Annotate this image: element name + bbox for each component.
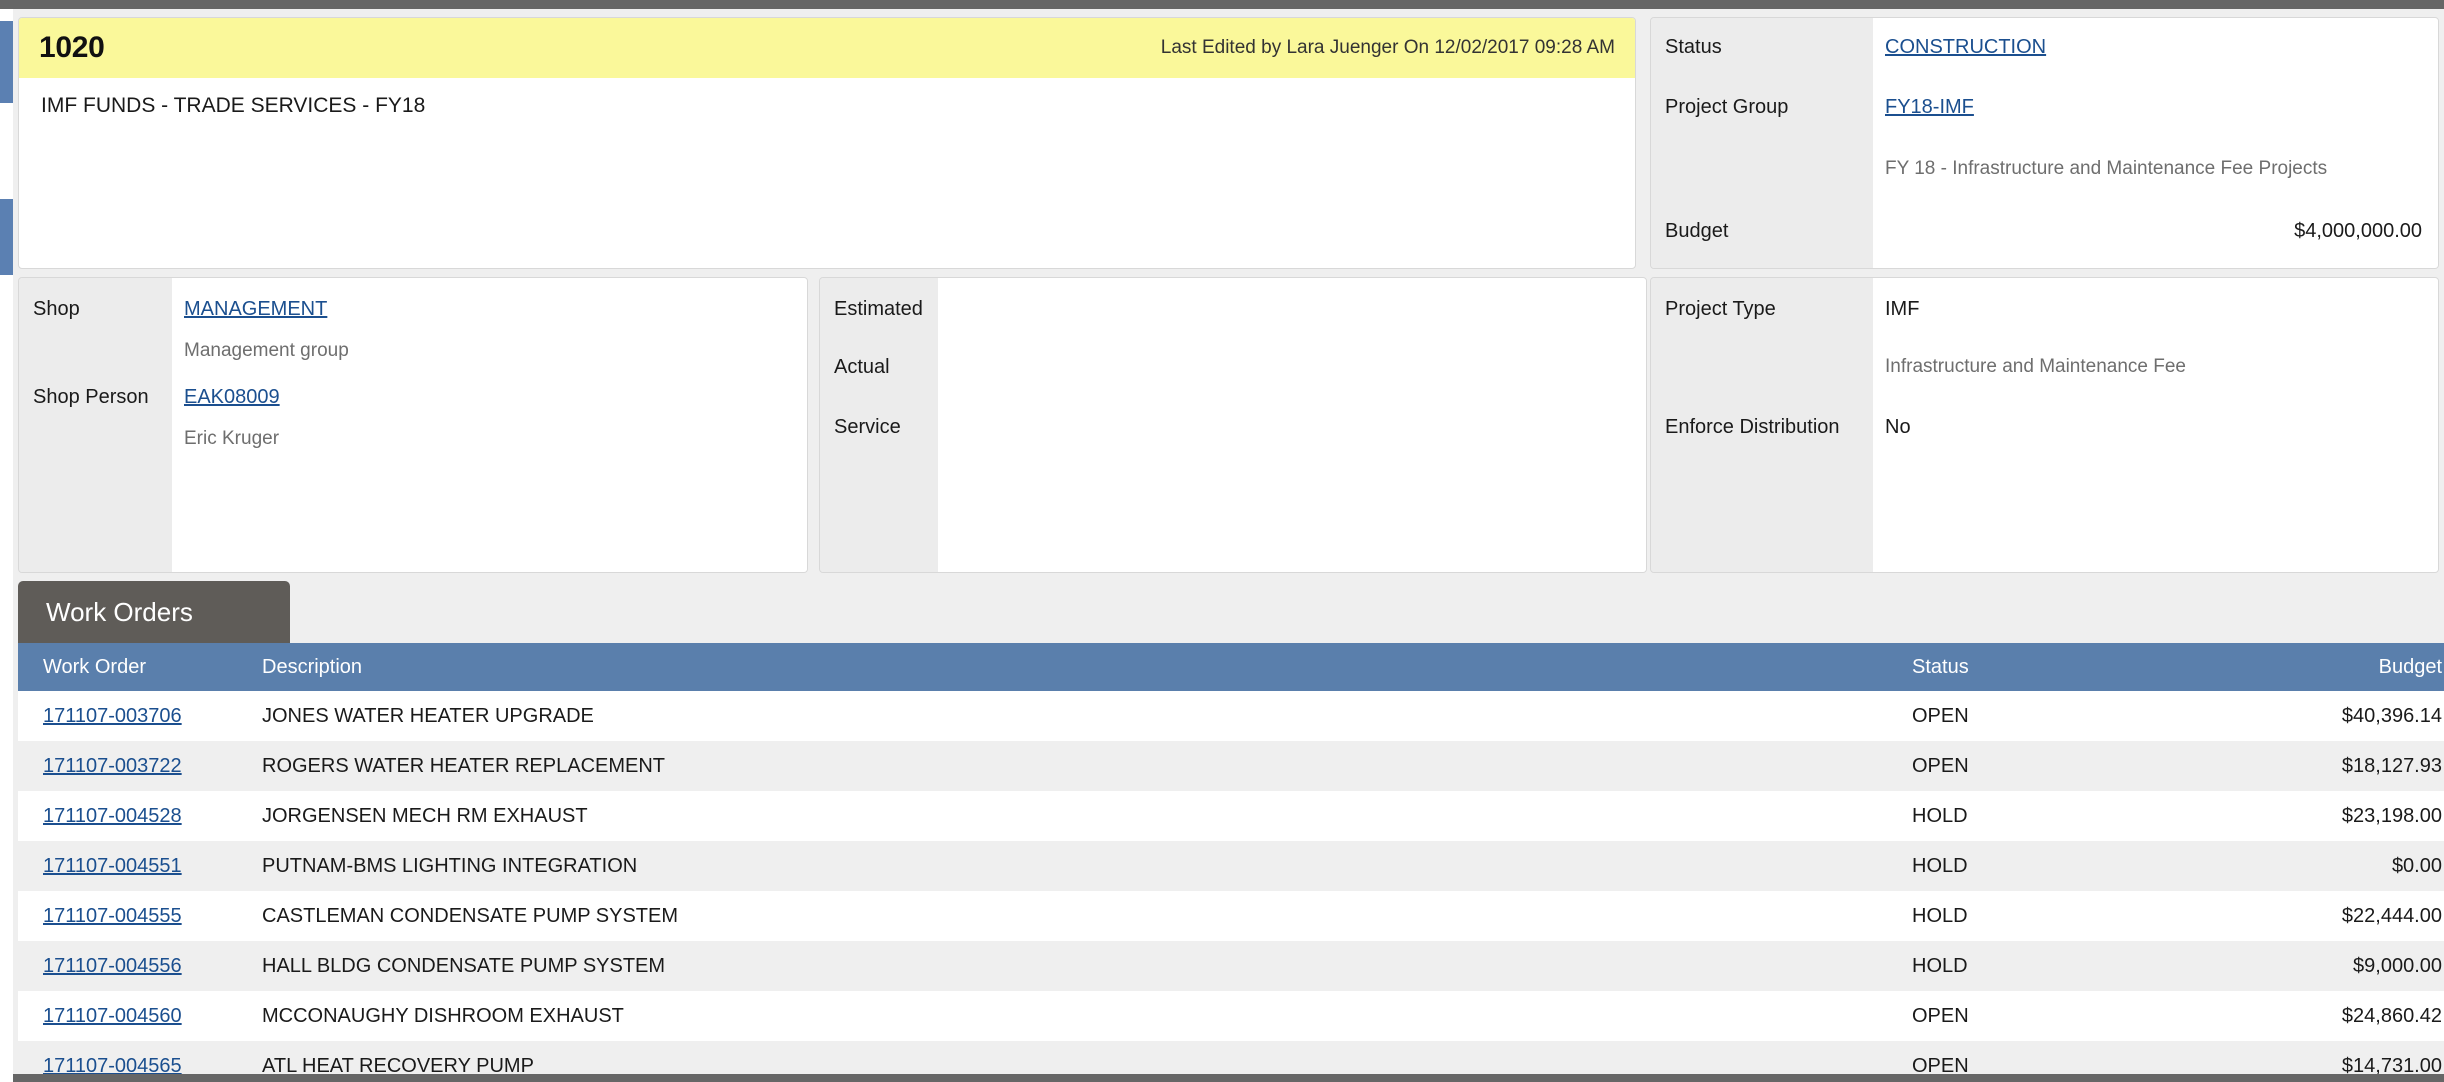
project-group-value-link[interactable]: FY18-IMF: [1885, 96, 1974, 119]
cell-work-order: 171107-004555: [18, 905, 250, 928]
enforce-distribution-label: Enforce Distribution: [1665, 416, 1840, 438]
cell-budget: $24,860.42: [2341, 1004, 2442, 1027]
table-body: 171107-003706 JONES WATER HEATER UPGRADE O…: [18, 691, 2444, 1082]
cell-work-order: 171107-003706: [18, 705, 250, 728]
shop-person-subtext: Eric Kruger: [184, 428, 280, 449]
cell-description: ROGERS WATER HEATER REPLACEMENT: [262, 754, 666, 777]
cell-description: MCCONAUGHY DISHROOM EXHAUST: [262, 1004, 624, 1027]
cell-budget: $23,198.00: [2341, 804, 2442, 827]
project-detail-page: 1020 Last Edited by Lara Juenger On 12/0…: [0, 0, 2444, 1082]
project-type-card-labels: Project Type Enforce Distribution: [1651, 278, 1873, 572]
work-order-link[interactable]: 171107-004555: [43, 905, 182, 927]
table-row[interactable]: 171107-004555 CASTLEMAN CONDENSATE PUMP S…: [18, 891, 2444, 941]
table-row[interactable]: 171107-004556 HALL BLDG CONDENSATE PUMP S…: [18, 941, 2444, 991]
estimated-label: Estimated: [834, 298, 923, 320]
work-order-link[interactable]: 171107-004560: [43, 1005, 182, 1027]
last-edited-text: Last Edited by Lara Juenger On 12/02/201…: [1160, 37, 1615, 58]
scrollbar-thumb-lower[interactable]: [0, 199, 13, 275]
cell-status: OPEN: [1912, 754, 1969, 777]
cell-budget: $18,127.93: [2341, 754, 2442, 777]
work-order-link[interactable]: 171107-004556: [43, 955, 182, 977]
shop-card: Shop Shop Person MANAGEMENT Management g…: [18, 277, 808, 573]
shop-card-labels: Shop Shop Person: [19, 278, 172, 572]
bottom-horizontal-scrollbar[interactable]: [13, 1074, 2444, 1082]
cell-description: PUTNAM-BMS LIGHTING INTEGRATION: [262, 854, 638, 877]
cell-status: HOLD: [1912, 904, 1968, 927]
project-type-card-values: IMF Infrastructure and Maintenance Fee N…: [1873, 278, 2438, 572]
table-row[interactable]: 171107-003722 ROGERS WATER HEATER REPLACE…: [18, 741, 2444, 791]
detail-row: Shop Shop Person MANAGEMENT Management g…: [13, 277, 2444, 573]
budget-value: $4,000,000.00: [2294, 220, 2422, 242]
enforce-distribution-value: No: [1885, 416, 1911, 438]
project-group-subtext: FY 18 - Infrastructure and Maintenance F…: [1885, 158, 2328, 179]
budget-label: Budget: [1665, 220, 1729, 242]
cell-status: HOLD: [1912, 804, 1968, 827]
actual-label: Actual: [834, 356, 890, 378]
status-card: Status Project Group Budget CONSTRUCTION…: [1650, 17, 2439, 269]
project-type-subtext: Infrastructure and Maintenance Fee: [1885, 356, 2187, 377]
tab-work-orders[interactable]: Work Orders: [18, 581, 290, 643]
table-row[interactable]: 171107-004560 MCCONAUGHY DISHROOM EXHAUST…: [18, 991, 2444, 1041]
column-header-status[interactable]: Status: [1912, 656, 2127, 679]
shop-value-link[interactable]: MANAGEMENT: [184, 298, 327, 321]
summary-row: 1020 Last Edited by Lara Juenger On 12/0…: [13, 17, 2444, 269]
cell-status: OPEN: [1912, 704, 1969, 727]
table-row[interactable]: 171107-004528 JORGENSEN MECH RM EXHAUST HO…: [18, 791, 2444, 841]
status-label: Status: [1665, 36, 1722, 58]
shop-card-values: MANAGEMENT Management group EAK08009 Eri…: [172, 278, 807, 572]
cell-budget: $40,396.14: [2341, 704, 2442, 727]
table-header-row: Work Order Description Status Budget: [18, 643, 2444, 691]
project-header-bar: 1020 Last Edited by Lara Juenger On 12/0…: [19, 18, 1635, 78]
left-vertical-scrollbar[interactable]: [0, 9, 13, 1082]
cell-status: OPEN: [1912, 1004, 1969, 1027]
cell-work-order: 171107-004556: [18, 955, 250, 978]
service-label: Service: [834, 416, 901, 438]
cell-description: CASTLEMAN CONDENSATE PUMP SYSTEM: [262, 904, 678, 927]
cell-description: JORGENSEN MECH RM EXHAUST: [262, 804, 588, 827]
project-type-value: IMF: [1885, 298, 1920, 320]
column-header-budget[interactable]: Budget: [2127, 656, 2444, 679]
status-card-values: CONSTRUCTION FY18-IMF FY 18 - Infrastruc…: [1873, 18, 2438, 268]
project-header-card: 1020 Last Edited by Lara Juenger On 12/0…: [18, 17, 1636, 269]
work-orders-table: Work Order Description Status Budget 171…: [18, 643, 2444, 1082]
cell-budget: $0.00: [2391, 854, 2442, 877]
page-title: 1020: [39, 31, 105, 64]
cost-card: Estimated Actual Service: [819, 277, 1647, 573]
cell-status: HOLD: [1912, 854, 1968, 877]
page-content: 1020 Last Edited by Lara Juenger On 12/0…: [13, 9, 2444, 1082]
cost-card-labels: Estimated Actual Service: [820, 278, 938, 572]
column-header-work-order[interactable]: Work Order: [18, 656, 250, 679]
cell-description: HALL BLDG CONDENSATE PUMP SYSTEM: [262, 954, 666, 977]
shop-label: Shop: [33, 298, 80, 320]
work-order-link[interactable]: 171107-004551: [43, 855, 182, 877]
project-type-card: Project Type Enforce Distribution IMF In…: [1650, 277, 2439, 573]
cell-description: JONES WATER HEATER UPGRADE: [262, 704, 594, 727]
table-row[interactable]: 171107-003706 JONES WATER HEATER UPGRADE O…: [18, 691, 2444, 741]
work-order-link[interactable]: 171107-004528: [43, 805, 182, 827]
table-row[interactable]: 171107-004551 PUTNAM-BMS LIGHTING INTEGRA…: [18, 841, 2444, 891]
shop-person-label: Shop Person: [33, 386, 149, 408]
cell-status: HOLD: [1912, 954, 1968, 977]
work-order-link[interactable]: 171107-003722: [43, 755, 182, 777]
scrollbar-thumb-upper[interactable]: [0, 21, 13, 103]
top-divider-bar: [0, 0, 2444, 9]
project-type-label: Project Type: [1665, 298, 1776, 320]
cell-work-order: 171107-003722: [18, 755, 250, 778]
cell-work-order: 171107-004551: [18, 855, 250, 878]
column-header-description[interactable]: Description: [250, 656, 1912, 679]
shop-person-value-link[interactable]: EAK08009: [184, 386, 280, 409]
status-value-link[interactable]: CONSTRUCTION: [1885, 36, 2046, 59]
cell-budget: $9,000.00: [2353, 954, 2442, 977]
tab-work-orders-label: Work Orders: [46, 596, 193, 627]
shop-subtext: Management group: [184, 340, 349, 361]
status-card-labels: Status Project Group Budget: [1651, 18, 1873, 268]
cost-card-values: [938, 278, 1646, 572]
cell-budget: $22,444.00: [2341, 904, 2442, 927]
project-description: IMF FUNDS - TRADE SERVICES - FY18: [41, 94, 426, 117]
cell-work-order: 171107-004560: [18, 1005, 250, 1028]
work-order-link[interactable]: 171107-003706: [43, 705, 182, 727]
cell-work-order: 171107-004528: [18, 805, 250, 828]
project-group-label: Project Group: [1665, 96, 1789, 118]
